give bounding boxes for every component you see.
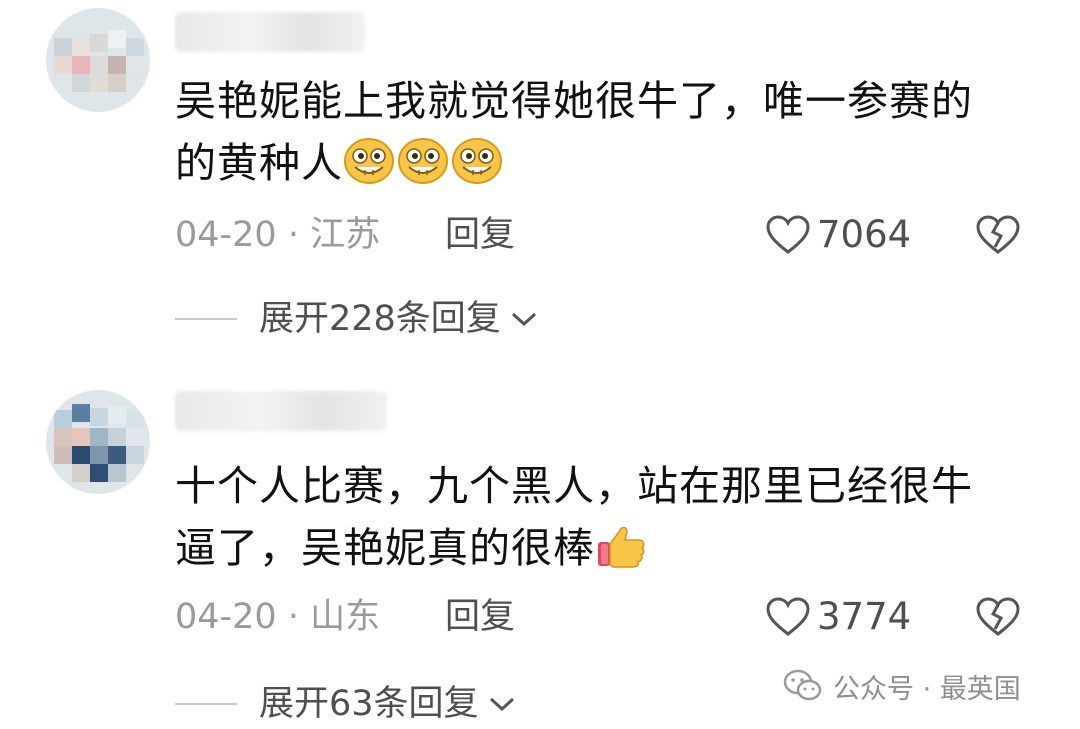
wechat-icon	[783, 669, 822, 701]
grinning-face-emoji	[398, 138, 448, 184]
heart-icon	[766, 215, 810, 254]
avatar[interactable]	[46, 390, 150, 494]
comment-text: 十个人比赛，九个黑人，站在那里已经很牛 逼了，吴艳妮真的很棒	[175, 455, 1035, 579]
comment-date-location: 04-20 · 江苏	[175, 215, 381, 255]
comment-text: 吴艳妮能上我就觉得她很牛了，唯一参赛的 的黄种人	[175, 70, 1035, 194]
chevron-down-icon	[489, 697, 514, 712]
chevron-down-icon	[511, 312, 536, 327]
comment-meta: 04-20 · 山东 回复 3774	[175, 592, 1035, 642]
expand-replies-label: 展开63条回复	[259, 684, 479, 724]
comment-text-line: 吴艳妮能上我就觉得她很牛了，唯一参赛的	[175, 77, 973, 125]
reply-button[interactable]: 回复	[445, 592, 515, 642]
username-blurred[interactable]	[175, 12, 365, 52]
comment-text-line: 十个人比赛，九个黑人，站在那里已经很牛	[175, 462, 973, 510]
comment-text-line: 逼了，吴艳妮真的很棒	[175, 517, 1035, 579]
heart-icon	[766, 597, 810, 636]
avatar[interactable]	[46, 8, 150, 112]
divider	[175, 703, 237, 705]
comment-text-line: 的黄种人	[175, 132, 1035, 194]
expand-replies[interactable]: 展开63条回复	[175, 679, 775, 729]
comment-date-location: 04-20 · 山东	[175, 597, 381, 637]
username-blurred[interactable]	[175, 391, 387, 431]
watermark-text: 公众号 · 最英国	[833, 673, 1021, 705]
broken-heart-icon[interactable]	[975, 596, 1021, 638]
watermark: 公众号 · 最英国	[783, 664, 1021, 708]
expand-replies[interactable]: 展开228条回复	[175, 294, 775, 344]
like-button[interactable]: 7064	[765, 210, 911, 260]
like-button[interactable]: 3774	[765, 592, 911, 642]
like-count: 7064	[817, 213, 912, 256]
broken-heart-icon[interactable]	[975, 214, 1021, 256]
comment-meta: 04-20 · 江苏 回复 7064	[175, 210, 1035, 260]
like-count: 3774	[817, 595, 912, 638]
expand-replies-label: 展开228条回复	[259, 299, 501, 339]
grinning-face-emoji	[344, 138, 394, 184]
thumbs-up-emoji	[598, 526, 645, 568]
grinning-face-emoji	[452, 138, 502, 184]
reply-button[interactable]: 回复	[445, 210, 515, 260]
divider	[175, 318, 237, 320]
